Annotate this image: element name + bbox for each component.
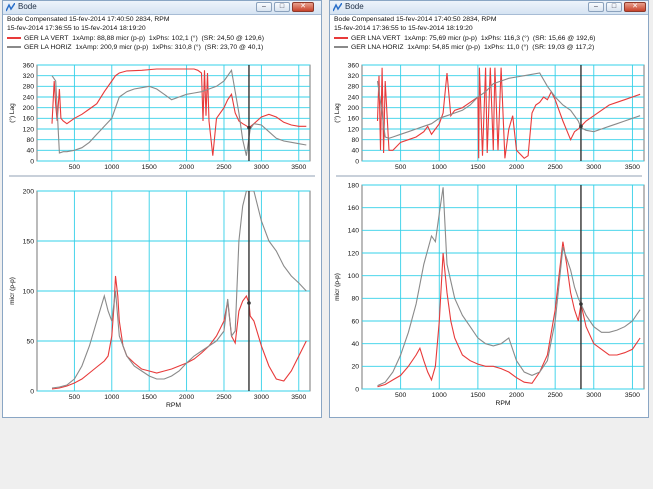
x-tick-label: 3500 — [625, 392, 640, 399]
y-tick-label: 100 — [23, 288, 35, 295]
y-tick-label: 200 — [23, 188, 35, 195]
cursor-marker — [247, 125, 251, 130]
amplitude-panel: 500 1000 1500 2000 2500 3000 3500 0 20 40 60 80 100 1… — [334, 182, 645, 407]
amplitude-panel: 500 1000 1500 2000 2500 3000 3500 0 50 100 150 200 m… — [9, 188, 311, 409]
cursor-marker — [579, 302, 583, 306]
x-tick-label: 1500 — [142, 164, 157, 171]
x-tick-label: 3500 — [625, 164, 640, 171]
y-tick-label: 360 — [348, 62, 360, 69]
y-tick-label: 40 — [351, 341, 359, 348]
bode-window-right: Bode – □ ✕ Bode Compensated 15-fev-2014 … — [329, 0, 649, 418]
y-tick-label: 0 — [355, 386, 359, 393]
x-tick-label: 2500 — [548, 392, 563, 399]
plot-area — [361, 184, 645, 390]
bode-window-left: Bode – □ ✕ Bode Compensated 15-fev-2014 … — [2, 0, 322, 418]
x-tick-label: 1500 — [470, 164, 485, 171]
x-tick-label: 1500 — [142, 394, 157, 401]
y-tick-label: 120 — [348, 250, 360, 257]
x-tick-label: 1000 — [432, 164, 447, 171]
y-tick-label: 320 — [23, 73, 35, 80]
y-tick-label: 200 — [23, 105, 35, 112]
cursor-marker — [247, 301, 251, 305]
y-tick-label: 160 — [348, 205, 360, 212]
x-tick-label: 1000 — [104, 394, 119, 401]
phase-panel: 500 1000 1500 2000 2500 3000 3500 0 40 80 120 160 20… — [8, 62, 311, 171]
y-tick-label: 100 — [348, 273, 360, 280]
x-tick-label: 3000 — [254, 394, 269, 401]
y-tick-label: 120 — [23, 126, 35, 133]
y-tick-label: 280 — [348, 84, 360, 91]
y-tick-label: 80 — [26, 137, 34, 144]
y-tick-label: 180 — [348, 182, 360, 189]
x-tick-label: 3000 — [586, 164, 601, 171]
x-tick-label: 2500 — [216, 394, 231, 401]
y-tick-label: 240 — [23, 94, 35, 101]
x-tick-label: 2000 — [509, 164, 524, 171]
x-tick-label: 500 — [69, 164, 81, 171]
y-tick-label: 80 — [351, 137, 359, 144]
x-tick-label: 3000 — [254, 164, 269, 171]
phase-panel: 500 1000 1500 2000 2500 3000 3500 0 40 80 120 160 20… — [333, 62, 645, 171]
x-tick-label: 3000 — [586, 392, 601, 399]
y-tick-label: 0 — [30, 388, 34, 395]
y-tick-label: 20 — [351, 364, 359, 371]
y-tick-label: 320 — [348, 73, 360, 80]
x-tick-label: 500 — [395, 392, 407, 399]
y-tick-label: 50 — [26, 338, 34, 345]
y-tick-label: 240 — [348, 94, 360, 101]
x-tick-label: 1500 — [470, 392, 485, 399]
y-axis-label: (°) Lag — [333, 103, 341, 123]
x-axis-label: RPM — [495, 400, 510, 407]
x-tick-label: 2500 — [216, 164, 231, 171]
y-tick-label: 160 — [348, 116, 360, 123]
x-tick-label: 1000 — [432, 392, 447, 399]
x-tick-label: 2000 — [179, 164, 194, 171]
y-axis-label: (°) Lag — [8, 103, 16, 123]
x-tick-label: 500 — [69, 394, 81, 401]
x-tick-label: 500 — [395, 164, 407, 171]
y-tick-label: 150 — [23, 238, 35, 245]
y-tick-label: 120 — [348, 126, 360, 133]
y-tick-label: 0 — [30, 158, 34, 165]
y-tick-label: 280 — [23, 84, 35, 91]
y-tick-label: 200 — [348, 105, 360, 112]
cursor-marker — [579, 124, 583, 129]
x-tick-label: 2000 — [179, 394, 194, 401]
y-tick-label: 40 — [351, 148, 359, 155]
bode-chart-right: 500 1000 1500 2000 2500 3000 35000408012016020… — [333, 62, 645, 407]
x-tick-label: 3500 — [291, 394, 306, 401]
x-tick-label: 3500 — [291, 164, 306, 171]
y-tick-label: 360 — [23, 62, 35, 69]
y-tick-label: 40 — [26, 148, 34, 155]
y-tick-label: 60 — [351, 318, 359, 325]
x-axis-label: RPM — [166, 402, 181, 409]
y-tick-label: 160 — [23, 116, 35, 123]
y-axis-label: micr (p-p) — [9, 277, 16, 305]
y-axis-label: micr (p-p) — [334, 273, 341, 301]
x-tick-label: 2000 — [509, 392, 524, 399]
y-tick-label: 80 — [351, 296, 359, 303]
x-tick-label: 2500 — [548, 164, 563, 171]
x-tick-label: 1000 — [104, 164, 119, 171]
plot-area — [36, 64, 311, 162]
y-tick-label: 0 — [355, 158, 359, 165]
y-tick-label: 140 — [348, 228, 360, 235]
bode-chart-left: 500 1000 1500 2000 2500 3000 35000408012016020… — [8, 62, 311, 409]
